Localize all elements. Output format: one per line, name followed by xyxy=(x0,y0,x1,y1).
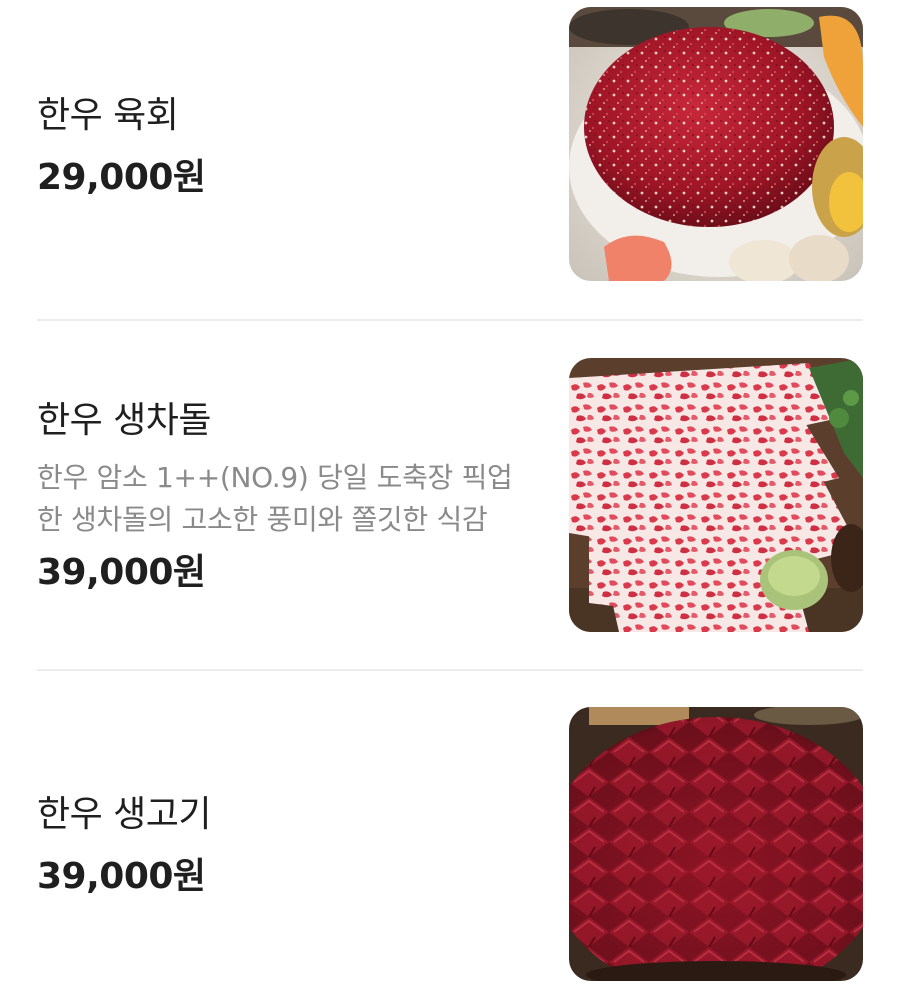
menu-item-saengchadol[interactable]: 한우 생차돌 한우 암소 1++(NO.9) 당일 도축장 픽업한 생차돌의 고… xyxy=(37,321,863,670)
raw-beef-slices-photo[interactable] xyxy=(569,707,863,981)
menu-item-price: 39,000원 xyxy=(37,552,206,593)
menu-item-text: 한우 생차돌 한우 암소 1++(NO.9) 당일 도축장 픽업한 생차돌의 고… xyxy=(37,393,537,601)
raw-brisket-photo[interactable] xyxy=(569,358,863,632)
menu-item-saenggogi[interactable]: 한우 생고기 39,000원 xyxy=(37,671,863,994)
menu-item-text: 한우 육회 29,000원 xyxy=(37,88,537,206)
menu-item-price: 39,000원 xyxy=(37,856,206,897)
menu-item-name: 한우 육회 xyxy=(37,95,179,136)
menu-item-text: 한우 생고기 39,000원 xyxy=(37,787,537,905)
menu-list: 한우 육회 29,000원 한우 생차돌 한우 암소 1++(NO.9) 당일 … xyxy=(0,0,900,994)
menu-item-description: 한우 암소 1++(NO.9) 당일 도축장 픽업한 생차돌의 고소한 풍미와 … xyxy=(37,461,513,536)
menu-item-yukhoe[interactable]: 한우 육회 29,000원 xyxy=(37,0,863,320)
menu-item-name: 한우 생고기 xyxy=(37,794,212,835)
beef-tartare-photo[interactable] xyxy=(569,7,863,281)
menu-item-name: 한우 생차돌 xyxy=(37,400,212,441)
menu-item-price: 29,000원 xyxy=(37,157,206,198)
